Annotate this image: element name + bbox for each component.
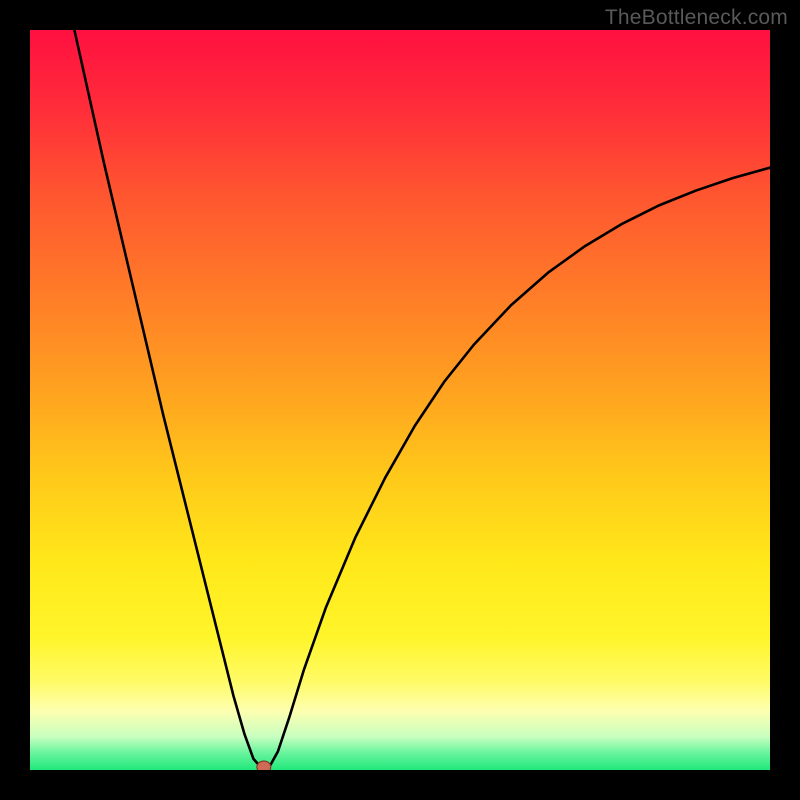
bottleneck-curve-chart [30,30,770,770]
watermark-text: TheBottleneck.com [605,6,788,30]
chart-frame: TheBottleneck.com [0,0,800,800]
optimum-point-marker [257,761,271,770]
chart-background [30,30,770,770]
